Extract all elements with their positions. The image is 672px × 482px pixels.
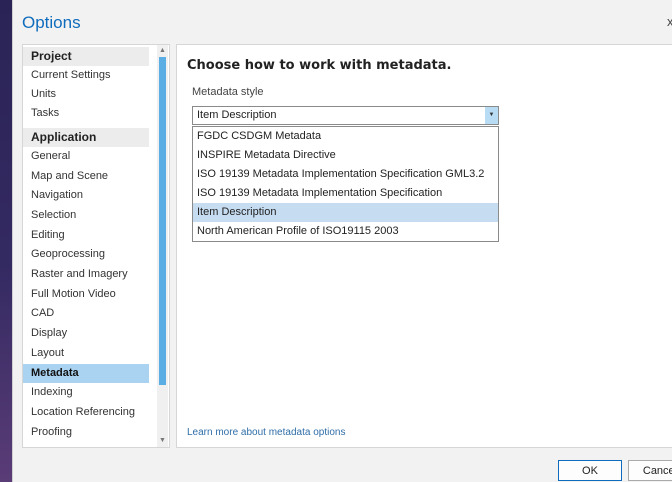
metadata-style-value: Item Description xyxy=(197,109,277,121)
sidebar-item-editing[interactable]: Editing xyxy=(23,226,149,245)
sidebar-header-application: Application xyxy=(23,128,149,147)
dropdown-option-inspire[interactable]: INSPIRE Metadata Directive xyxy=(193,146,498,165)
sidebar-item-display[interactable]: Display xyxy=(23,324,149,343)
sidebar-item-cad[interactable]: CAD xyxy=(23,304,149,323)
dialog-title: Options xyxy=(22,13,81,32)
options-dialog: Options x Project Current Settings Units… xyxy=(12,0,672,482)
sidebar-item-raster-and-imagery[interactable]: Raster and Imagery xyxy=(23,265,149,284)
sidebar-item-selection[interactable]: Selection xyxy=(23,206,149,225)
sidebar-item-units[interactable]: Units xyxy=(23,85,149,104)
scroll-up-arrow-icon[interactable]: ▲ xyxy=(157,46,168,56)
dropdown-option-item-description[interactable]: Item Description xyxy=(193,203,498,222)
sidebar-item-layout[interactable]: Layout xyxy=(23,344,149,363)
page-heading-text: Choose how to work with metadata. xyxy=(187,58,452,73)
metadata-style-select[interactable]: Item Description ▼ xyxy=(192,106,499,125)
dropdown-option-iso19139-gml32[interactable]: ISO 19139 Metadata Implementation Specif… xyxy=(193,165,498,184)
sidebar-item-geoprocessing[interactable]: Geoprocessing xyxy=(23,245,149,264)
metadata-style-label: Metadata style xyxy=(192,86,264,98)
sidebar-item-location-referencing[interactable]: Location Referencing xyxy=(23,403,149,422)
metadata-settings-panel: Choose how to work with metadata. Metada… xyxy=(176,44,672,448)
cancel-button[interactable]: Cancel xyxy=(628,460,672,481)
dropdown-option-iso19139[interactable]: ISO 19139 Metadata Implementation Specif… xyxy=(193,184,498,203)
sidebar-item-indexing[interactable]: Indexing xyxy=(23,383,149,402)
scrollbar-thumb[interactable] xyxy=(159,57,166,385)
sidebar-item-current-settings[interactable]: Current Settings xyxy=(23,66,149,85)
dropdown-option-north-american-profile[interactable]: North American Profile of ISO19115 2003 xyxy=(193,222,498,241)
sidebar-item-general[interactable]: General xyxy=(23,147,149,166)
options-sidebar: Project Current Settings Units Tasks App… xyxy=(22,44,170,448)
page-heading: Choose how to work with metadata. xyxy=(187,58,451,73)
close-icon[interactable]: x xyxy=(667,14,672,29)
sidebar-item-navigation[interactable]: Navigation xyxy=(23,186,149,205)
scroll-down-arrow-icon[interactable]: ▼ xyxy=(157,436,168,446)
ok-button[interactable]: OK xyxy=(558,460,622,481)
sidebar-item-map-and-scene[interactable]: Map and Scene xyxy=(23,167,149,186)
sidebar-scrollbar[interactable]: ▲ ▼ xyxy=(157,45,168,447)
sidebar-item-proofing[interactable]: Proofing xyxy=(23,423,149,442)
sidebar-header-project: Project xyxy=(23,47,149,66)
dropdown-arrow-icon[interactable]: ▼ xyxy=(485,107,498,124)
learn-more-link[interactable]: Learn more about metadata options xyxy=(187,427,345,438)
dropdown-option-fgdc[interactable]: FGDC CSDGM Metadata xyxy=(193,127,498,146)
sidebar-item-metadata[interactable]: Metadata xyxy=(23,364,149,383)
sidebar-item-tasks[interactable]: Tasks xyxy=(23,104,149,123)
sidebar-item-full-motion-video[interactable]: Full Motion Video xyxy=(23,285,149,304)
metadata-style-dropdown-list: FGDC CSDGM Metadata INSPIRE Metadata Dir… xyxy=(192,126,499,242)
